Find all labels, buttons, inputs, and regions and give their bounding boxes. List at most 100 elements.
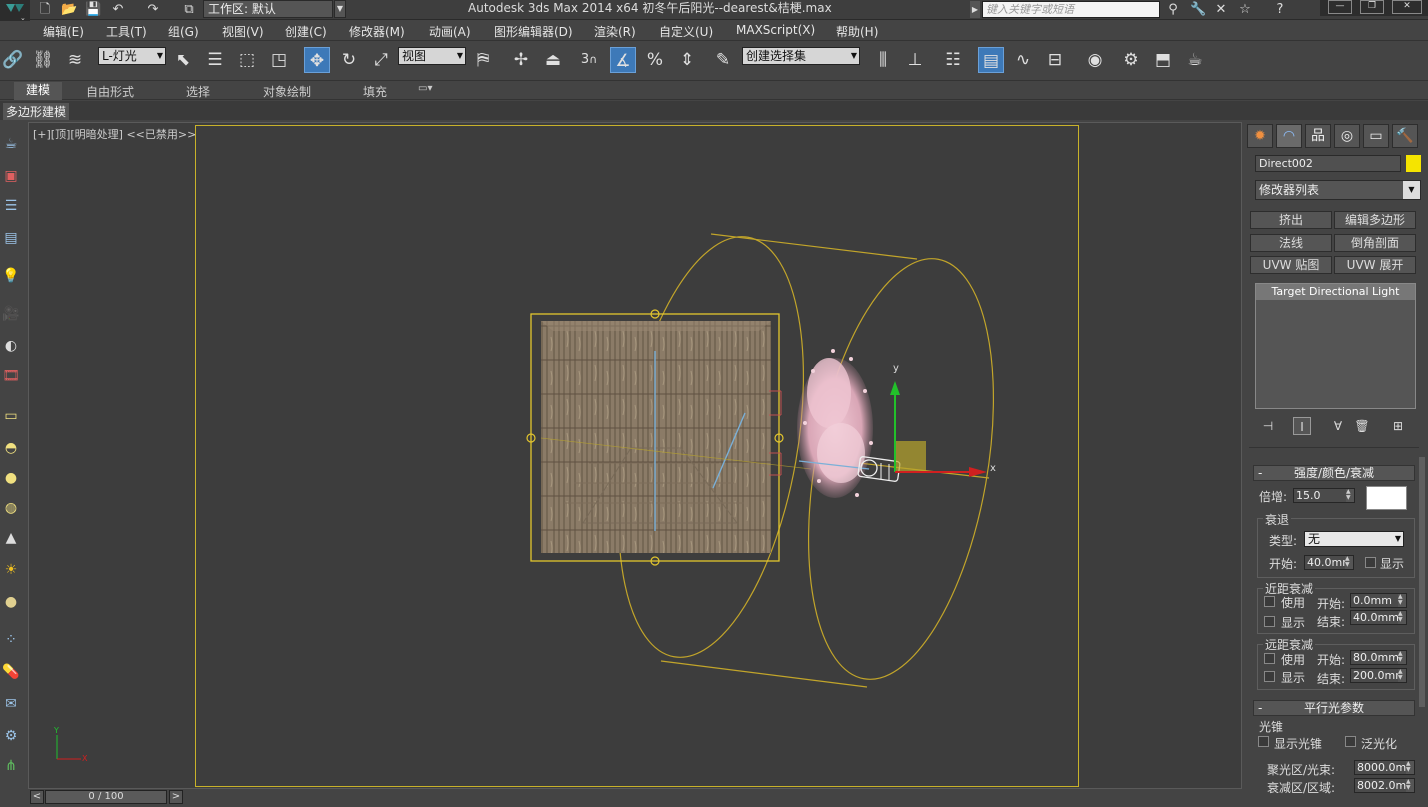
hemisphere-icon[interactable]: ◓ xyxy=(1,438,21,458)
falloff-spinner[interactable]: 8002.0mm ▲ ▼ xyxy=(1354,778,1415,793)
normal-button[interactable]: 法线 xyxy=(1250,234,1332,252)
ribbon-tab-modeling[interactable]: 建模 xyxy=(14,82,63,100)
menu-maxscript[interactable]: MAXScript(X) xyxy=(736,23,815,37)
open-file-icon[interactable]: 📂 xyxy=(61,2,77,18)
menu-edit[interactable]: 编辑(E) xyxy=(43,23,84,40)
utilities-tab-icon[interactable]: 🔨 xyxy=(1392,124,1418,148)
menu-views[interactable]: 视图(V) xyxy=(222,23,264,40)
ribbon-tab-populate[interactable]: 填充 xyxy=(363,83,387,100)
percent-snap-icon[interactable]: % xyxy=(642,47,668,73)
light-color-swatch[interactable] xyxy=(1366,486,1407,510)
spinner-arrows-icon[interactable]: ▲ ▼ xyxy=(1398,651,1406,664)
particles-icon[interactable]: ⁘ xyxy=(1,630,21,650)
spinner-arrows-icon[interactable]: ▲ ▼ xyxy=(1345,556,1353,569)
layer-manager-icon[interactable]: ☷ xyxy=(940,47,966,73)
search-input[interactable]: 键入关键字或短语 xyxy=(982,1,1160,18)
menu-tools[interactable]: 工具(T) xyxy=(106,23,147,40)
display-tab-icon[interactable]: ▭ xyxy=(1363,124,1389,148)
blossom-object[interactable] xyxy=(797,349,873,498)
spinner-arrows-icon[interactable]: ▲ ▼ xyxy=(1398,594,1406,607)
next-frame-button[interactable]: > xyxy=(169,790,183,804)
movie-icon[interactable]: 🎞 xyxy=(1,366,21,386)
ribbon-polygon-modeling[interactable]: 多边形建模 xyxy=(3,103,70,120)
ribbon-tab-freeform[interactable]: 自由形式 xyxy=(86,83,134,100)
rect-selection-icon[interactable]: ⬚ xyxy=(234,47,260,73)
spinner-arrows-icon[interactable]: ▲ ▼ xyxy=(1406,761,1414,774)
render-setup-icon[interactable]: ⚙ xyxy=(1118,47,1144,73)
snap-toggle-button[interactable]: 3∩ xyxy=(576,47,602,73)
hold-icon[interactable]: ⧉ xyxy=(181,2,197,18)
bevel-profile-button[interactable]: 倒角剖面 xyxy=(1334,234,1416,252)
stack-item[interactable]: Target Directional Light xyxy=(1256,284,1415,300)
remove-modifier-icon[interactable]: 🗑 xyxy=(1353,417,1371,435)
spinner-arrows-icon[interactable]: ▲ ▼ xyxy=(1398,611,1406,624)
teapot-icon[interactable]: ☕ xyxy=(1,134,21,154)
near-end-spinner[interactable]: 40.0mm ▲ ▼ xyxy=(1350,610,1407,625)
material-editor-icon[interactable]: ◉ xyxy=(1082,47,1108,73)
object-name-field[interactable]: Direct002 xyxy=(1255,155,1401,172)
ribbon-tab-selection[interactable]: 选择 xyxy=(186,83,210,100)
new-file-icon[interactable]: 🗋 xyxy=(37,2,53,18)
curve-editor-icon[interactable]: ∿ xyxy=(1010,47,1036,73)
far-use-checkbox[interactable] xyxy=(1264,653,1275,664)
close-icon[interactable]: ✕ xyxy=(1392,0,1422,14)
select-by-name-icon[interactable]: ☰ xyxy=(202,47,228,73)
binoculars-icon[interactable]: ⚲ xyxy=(1165,2,1181,18)
object-color-swatch[interactable] xyxy=(1406,155,1421,172)
render-icon[interactable]: ▣ xyxy=(1,166,21,186)
wooden-box-object[interactable] xyxy=(526,309,812,566)
reference-coordinate-dropdown[interactable]: 视图 ▼ xyxy=(398,47,466,65)
unwrap-uvw-button[interactable]: UVW 展开 xyxy=(1334,256,1416,274)
menu-animation[interactable]: 动画(A) xyxy=(429,23,471,40)
subscription-icon[interactable]: 🔧 xyxy=(1190,2,1206,18)
unlink-icon[interactable]: ⛓ xyxy=(30,47,56,73)
minimize-icon[interactable]: — xyxy=(1328,0,1352,14)
make-unique-icon[interactable]: ∀ xyxy=(1329,417,1347,435)
link-icon[interactable]: 🔗 xyxy=(0,47,26,73)
select-object-icon[interactable]: ⬉ xyxy=(170,47,196,73)
near-show-checkbox[interactable] xyxy=(1264,616,1275,627)
restore-icon[interactable]: ❐ xyxy=(1360,0,1384,14)
scene-explorer-icon[interactable]: ▤ xyxy=(978,47,1004,73)
named-selection-dropdown[interactable]: 创建选择集 ▼ xyxy=(742,47,860,65)
workspace-dropdown[interactable]: 工作区: 默认 xyxy=(203,0,333,18)
render-teapot-icon[interactable]: ☕ xyxy=(1182,47,1208,73)
schematic-view-icon[interactable]: ⊟ xyxy=(1042,47,1068,73)
modifier-stack[interactable]: Target Directional Light xyxy=(1255,283,1416,409)
far-end-spinner[interactable]: 200.0mm ▲ ▼ xyxy=(1350,668,1407,683)
help-icon[interactable]: ? xyxy=(1272,2,1288,18)
show-end-result-icon[interactable]: Ⅰ xyxy=(1293,417,1311,435)
spinner-arrows-icon[interactable]: ▲ ▼ xyxy=(1406,779,1414,792)
menu-create[interactable]: 创建(C) xyxy=(285,23,327,40)
near-use-checkbox[interactable] xyxy=(1264,596,1275,607)
rotate-icon[interactable]: ↻ xyxy=(336,47,362,73)
panel-scrollbar[interactable] xyxy=(1419,457,1425,707)
far-start-spinner[interactable]: 80.0mm ▲ ▼ xyxy=(1350,650,1407,665)
menu-graph-editors[interactable]: 图形编辑器(D) xyxy=(494,23,573,40)
light-icon[interactable]: 💡 xyxy=(1,266,21,286)
edit-named-selection-icon[interactable]: ✎ xyxy=(710,47,736,73)
prev-frame-button[interactable]: < xyxy=(30,790,44,804)
show-cone-checkbox[interactable] xyxy=(1258,736,1269,747)
camera-icon[interactable]: 🎥 xyxy=(1,304,21,324)
spinner-arrows-icon[interactable]: ▲ ▼ xyxy=(1346,489,1354,502)
decay-show-checkbox[interactable] xyxy=(1365,557,1376,568)
gear-icon[interactable]: ⚙ xyxy=(1,726,21,746)
envelope-icon[interactable]: ✉ xyxy=(1,694,21,714)
decay-type-dropdown[interactable]: 无 ▼ xyxy=(1304,531,1404,547)
panel-icon[interactable]: ▤ xyxy=(1,228,21,248)
hierarchy-tab-icon[interactable]: 品 xyxy=(1305,124,1331,148)
extrude-button[interactable]: 挤出 xyxy=(1250,211,1332,229)
capsule-icon[interactable]: 💊 xyxy=(1,662,21,682)
favorites-icon[interactable]: ☆ xyxy=(1237,2,1253,18)
menu-modifiers[interactable]: 修改器(M) xyxy=(349,23,405,40)
near-start-spinner[interactable]: 0.0mm ▲ ▼ xyxy=(1350,593,1407,608)
selection-filter-dropdown[interactable]: L-灯光 ▼ xyxy=(98,47,166,65)
window-crossing-icon[interactable]: ◳ xyxy=(266,47,292,73)
menu-help[interactable]: 帮助(H) xyxy=(836,23,878,40)
ribbon-tab-object-paint[interactable]: 对象绘制 xyxy=(263,83,311,100)
list-icon[interactable]: ☰ xyxy=(1,196,21,216)
redo-icon[interactable]: ↷ xyxy=(145,2,161,18)
top-viewport[interactable]: [+][顶][明暗处理] <<已禁用>> y x Y X xyxy=(28,122,1242,789)
sphere-icon[interactable]: ● xyxy=(1,468,21,488)
